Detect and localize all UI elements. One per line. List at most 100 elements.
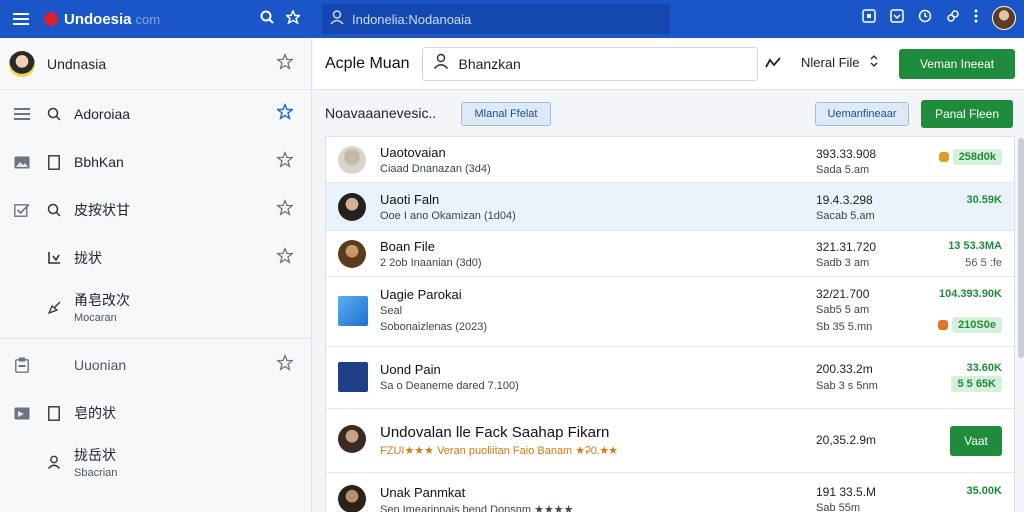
list-item[interactable]: Unak Panmkat Sen Imearinnais bend Donsnm… [326,473,1014,512]
top-bar: Undoesia com [0,0,1024,38]
sidebar-item-4[interactable]: 拢状 [0,234,311,282]
header-action-button[interactable]: Veman Ineeat [899,49,1015,79]
toolbar: Noavaaanevesic.. Mlanal Ffelat Uemanfine… [313,90,1024,136]
sidebar-item-sublabel: Mocaran [74,312,117,324]
file-type-select[interactable]: Nleral File [801,55,878,70]
item-size: 35.00K [966,485,1002,497]
avatar [9,50,35,77]
list-item-selected[interactable]: Uaoti Faln Ooe I ano Okamizan (1d04) 19.… [326,183,1014,231]
item-size: 30.59K [966,194,1002,206]
app-thumbnail [338,362,368,392]
item-time: Sab 55m [816,502,861,512]
clock-icon[interactable] [918,9,932,28]
item-meta: FZUI★★★ Veran puoliitan Faio Banam ★Ꭾ0.★… [380,445,618,457]
item-time: Sab5 5 am [816,304,870,316]
sidebar-item-label: 甬皂改次 [74,292,130,308]
scrollbar[interactable] [1018,138,1024,358]
star-icon[interactable] [275,353,295,376]
content-search-input[interactable] [458,55,739,72]
toolbar-action-button[interactable]: Panal Fleen [921,100,1013,128]
user-avatar[interactable] [992,6,1016,30]
star-icon[interactable] [275,246,295,269]
item-meta: Sa o Deaneme dared 7.100) [380,380,519,392]
top-bar-actions [862,6,1016,30]
item-time: Sacab 5.am [816,210,875,222]
link-icon[interactable] [946,9,960,28]
star-icon[interactable] [275,150,295,173]
item-size: 13 53.3MA [948,240,1002,252]
list-item[interactable]: Uagie Parokai Seal Sobonaizlenas (2023) … [326,277,1014,347]
content-search[interactable] [421,46,758,81]
checklist-icon [12,203,32,217]
sidebar-item-8[interactable]: 拢岳状 Sbacrian [0,437,311,487]
global-search-input[interactable] [352,11,652,27]
star-icon[interactable] [275,198,295,221]
item-date: 19.4.3.298 [816,193,873,207]
chevron-updown-icon [870,55,878,70]
inbox-icon[interactable] [890,8,904,28]
file-type-select-value: Nleral File [801,55,860,70]
list-item[interactable]: Uaotovaian Ciaad Dnanazan (3d4) 393.33.9… [326,137,1014,183]
sidebar-item-label: 皮按状甘 [74,202,130,218]
sidebar-item-5[interactable]: 甬皂改次 Mocaran [0,282,311,332]
sidebar-item-adoroiaa[interactable]: Adoroiaa [0,90,311,138]
row-action-button[interactable]: Vaat [950,426,1002,456]
item-size: 33.60K [966,362,1002,374]
sidebar-item-7[interactable]: 皂的状 [0,389,311,437]
item-size: 104.393.90K [939,288,1002,300]
status-badge [938,320,949,331]
sidebar-item-label: Uuonian [74,357,127,373]
hamburger-menu-icon[interactable] [10,8,32,30]
item-meta: Ooe I ano Okamizan (1d04) [380,210,516,222]
sidebar-item-label: BbhKan [74,154,124,170]
item-meta-line1: Seal [380,305,403,317]
search-icon[interactable] [260,10,274,29]
search-icon [46,203,62,217]
item-date: 393.33.908 [816,147,877,161]
item-time: Sada 5.am [816,164,870,176]
sidebar-header-label: Undnasia [47,55,107,72]
global-search[interactable] [322,4,670,34]
app-logo [44,12,58,26]
toolbar-label: Noavaaanevesic.. [325,105,437,121]
item-name: Uaotovaian [380,145,446,160]
filter-chip-secondary[interactable]: Uemanfineaar [815,102,909,126]
list-item[interactable]: Boan File 2 2ob Inaanian (3d0) 321.31.72… [326,231,1014,277]
item-time: Sadb 3 am [816,257,870,269]
clipboard-icon [12,357,32,373]
item-date: 191 33.5.M [816,485,877,499]
main-panel: Acple Muan Nleral File Veman Ineeat Noav… [313,38,1024,512]
folder-icon [12,407,32,420]
image-icon [12,156,32,169]
item-name: Undovalan lle Fack Saahap Fikarn [380,424,610,441]
star-icon[interactable] [284,8,302,29]
item-name: Uond Pain [380,362,441,377]
top-bar-left: Undoesia com [0,0,312,38]
star-icon[interactable] [275,52,295,74]
avatar [338,193,366,221]
sidebar-item-3[interactable]: 皮按状甘 [0,186,311,234]
list-icon [12,108,32,120]
file-icon [46,405,62,421]
sidebar-item-uuonian[interactable]: Uuonian [0,341,311,389]
item-time: Sab 3 s 5nm [816,380,878,392]
activity-icon[interactable] [765,56,781,74]
window-icon[interactable] [862,8,876,28]
list-item[interactable]: Undovalan lle Fack Saahap Fikarn FZUI★★★… [326,409,1014,473]
sidebar-item-bbhkan[interactable]: BbhKan [0,138,311,186]
page-title: Acple Muan [325,54,410,72]
item-name: Boan File [380,239,435,254]
item-size-tag: 5 5 65K [951,376,1002,392]
list-item[interactable]: Uond Pain Sa o Deaneme dared 7.100) 200.… [326,347,1014,409]
app-title: Undoesia [64,10,132,28]
star-icon[interactable] [275,102,295,125]
item-name: Uaoti Faln [380,192,440,207]
search-icon [46,107,62,121]
filter-chip[interactable]: Mlanal Ffelat [461,102,551,126]
sidebar: Undnasia Adoroiaa BbhKan 皮按状甘 拢状 甬皂改次 Mo… [0,38,312,512]
user-icon [433,53,449,74]
item-date: 32/21.700 [816,287,870,301]
more-icon[interactable] [974,9,978,28]
sidebar-header[interactable]: Undnasia [0,38,311,90]
item-meta: 2 2ob Inaanian (3d0) [380,257,482,269]
